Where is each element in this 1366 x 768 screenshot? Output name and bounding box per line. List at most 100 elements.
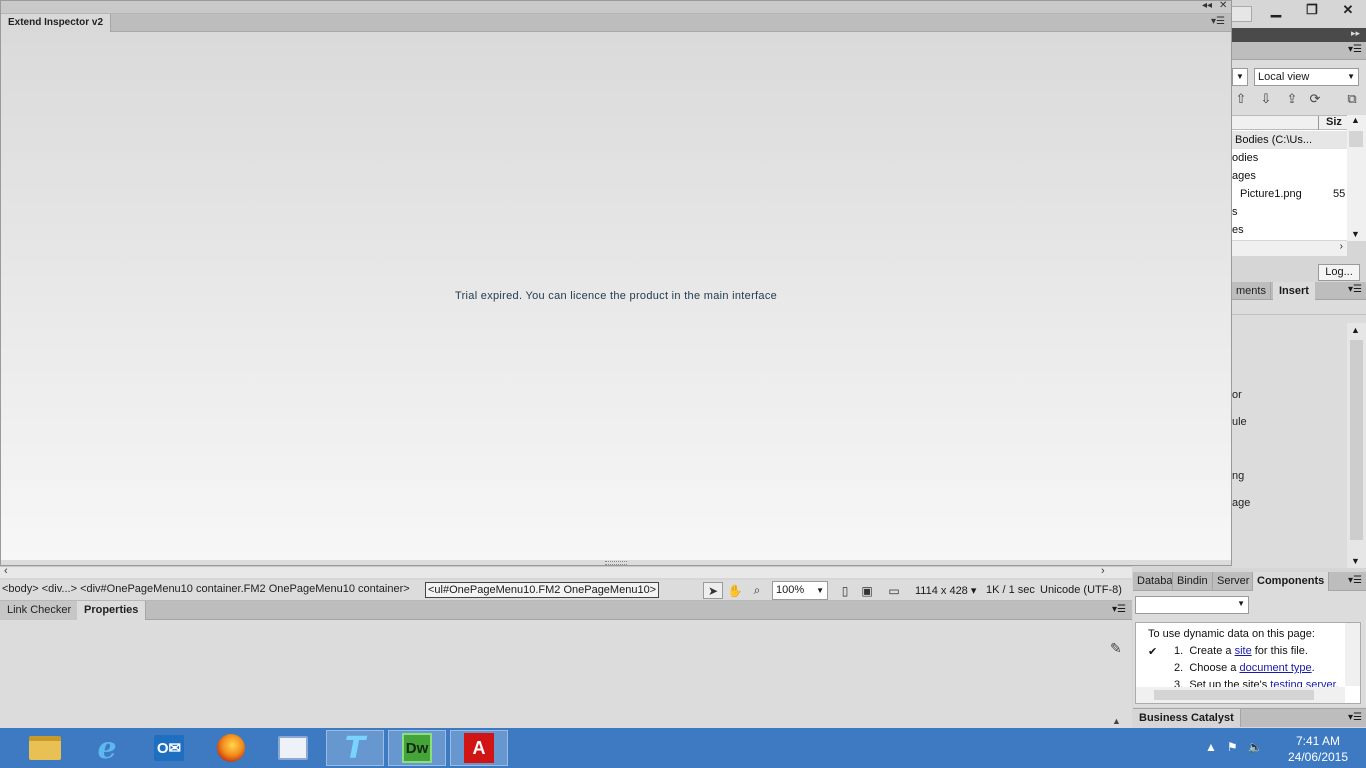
panel-menu-icon[interactable]: ▾☰ — [1348, 712, 1362, 723]
minimize-button[interactable]: ▁ — [1258, 0, 1294, 20]
taskbar-file-explorer[interactable] — [16, 730, 74, 766]
ie-icon: e — [97, 730, 117, 766]
scroll-right-icon[interactable]: › — [1340, 241, 1343, 252]
tab-link-checker[interactable]: Link Checker — [0, 601, 80, 620]
taskbar-dreamweaver[interactable]: Dw — [388, 730, 446, 766]
tab-server[interactable]: Server — [1213, 572, 1253, 591]
size-column-header[interactable]: Siz — [1318, 116, 1348, 130]
tab-databases[interactable]: Databa — [1133, 572, 1173, 591]
hand-tool-icon[interactable]: ✋ — [725, 582, 745, 599]
expand-panel-icon[interactable]: ⧉ — [1343, 90, 1361, 108]
collapse-icon[interactable]: ◂◂ — [1202, 0, 1212, 11]
insert-item[interactable]: ng — [1232, 470, 1244, 482]
panel-menu-icon[interactable]: ▾☰ — [1348, 44, 1362, 55]
insert-item[interactable]: age — [1232, 497, 1250, 509]
insert-item[interactable]: or — [1232, 389, 1242, 401]
taskbar-clock[interactable]: 7:41 AM 24/06/2015 — [1278, 733, 1358, 765]
panel-menu-icon[interactable]: ▾☰ — [1112, 604, 1126, 615]
panel-menu-icon[interactable]: ▾☰ — [1348, 575, 1362, 586]
scroll-thumb[interactable] — [1350, 340, 1363, 540]
view-select[interactable]: Local view ▼ — [1254, 68, 1359, 86]
insert-vscrollbar[interactable]: ▲ ▼ — [1347, 323, 1366, 568]
expand-icon[interactable]: ▸▸ — [1351, 28, 1360, 39]
speaker-icon[interactable]: 🔈 — [1248, 740, 1263, 754]
scroll-up-icon[interactable]: ▲ — [1351, 325, 1360, 335]
inspector-body: Trial expired. You can licence the produ… — [1, 32, 1231, 560]
list-item[interactable]: ages — [1232, 167, 1347, 185]
site-select[interactable]: ▼ — [1232, 68, 1248, 86]
mobile-size-icon[interactable]: ▯ — [835, 582, 855, 599]
list-item[interactable]: Picture1.png 55 — [1232, 185, 1347, 203]
panel-menu-icon[interactable]: ▾☰ — [1348, 284, 1362, 295]
clock-time: 7:41 AM — [1295, 734, 1341, 748]
extend-inspector-panel: ◂◂ ✕ Extend Inspector v2 ▾☰ Trial expire… — [0, 0, 1232, 566]
restore-button[interactable]: ❐ — [1294, 0, 1330, 20]
desktop-size-icon[interactable]: ▭ — [884, 582, 904, 599]
resize-grip-icon[interactable] — [605, 561, 627, 565]
insert-item[interactable]: ule — [1232, 416, 1247, 428]
help-intro: To use dynamic data on this page: — [1148, 628, 1315, 640]
components-hscrollbar[interactable] — [1136, 687, 1345, 703]
tab-bindings[interactable]: Bindin — [1173, 572, 1213, 591]
tab-components[interactable]: Components — [1253, 572, 1330, 591]
chevron-up-icon[interactable]: ▲ — [1205, 740, 1217, 754]
inspector-close-icon[interactable]: ✕ — [1219, 0, 1227, 11]
site-link[interactable]: site — [1235, 645, 1252, 657]
divider — [1232, 314, 1366, 315]
checkin-icon[interactable]: ⇪ — [1283, 90, 1301, 108]
taskbar-internet-explorer[interactable]: e — [78, 730, 136, 766]
scroll-thumb[interactable] — [1349, 131, 1363, 147]
zoom-tool-icon[interactable]: ⌕ — [747, 582, 767, 599]
outlook-icon: O✉ — [154, 735, 184, 761]
collapse-up-icon[interactable]: ▲ — [1112, 716, 1121, 726]
files-vscrollbar[interactable]: ▲ ▼ — [1347, 115, 1366, 241]
files-hscrollbar[interactable]: › — [1232, 241, 1347, 256]
taskbar-firefox[interactable] — [202, 730, 260, 766]
close-button[interactable]: ✕ — [1330, 0, 1366, 20]
taskbar-control-panel[interactable] — [264, 730, 322, 766]
taskbar-telstra[interactable]: T — [326, 730, 384, 766]
tab-business-catalyst[interactable]: Business Catalyst — [1133, 709, 1241, 727]
tag-selector-path[interactable]: <body> <div...> <div#OnePageMenu10 conta… — [2, 583, 410, 595]
properties-tab-row: Link Checker Properties ▾☰ — [0, 601, 1132, 620]
flag-icon[interactable]: ⚑ — [1227, 740, 1238, 754]
components-vscrollbar[interactable] — [1345, 623, 1360, 686]
log-button[interactable]: Log... — [1318, 264, 1360, 281]
scroll-down-icon[interactable]: ▼ — [1351, 229, 1360, 239]
scroll-thumb[interactable] — [1154, 690, 1314, 700]
help-step: 1. Create a site for this file. — [1174, 645, 1308, 657]
get-files-icon[interactable]: ⇧ — [1232, 90, 1250, 108]
select-tool-icon[interactable]: ➤ — [703, 582, 723, 599]
insert-panel-header: ments Insert ▾☰ — [1232, 282, 1366, 300]
tab-properties[interactable]: Properties — [77, 601, 147, 620]
taskbar-acrobat[interactable]: A — [450, 730, 508, 766]
list-item[interactable]: Bodies (C:\Us... — [1232, 131, 1347, 149]
sync-icon[interactable]: ⟳ — [1306, 90, 1324, 108]
window-size-select[interactable]: 1114 x 428 ▾ — [915, 584, 976, 597]
chevron-down-icon: ▼ — [816, 586, 824, 595]
tab-extend-inspector[interactable]: Extend Inspector v2 — [1, 14, 112, 32]
tag-selector-active[interactable]: <ul#OnePageMenu10.FM2 OnePageMenu10> — [425, 582, 660, 598]
dreamweaver-icon: Dw — [402, 733, 432, 763]
tab-components-partial[interactable]: ments — [1232, 282, 1271, 300]
chevron-down-icon: ▼ — [1347, 72, 1355, 81]
tab-insert[interactable]: Insert — [1273, 282, 1315, 300]
list-item[interactable]: s — [1232, 203, 1347, 221]
document-hscrollbar[interactable]: ‹ › — [0, 565, 1132, 578]
component-type-select[interactable]: ▼ — [1135, 596, 1249, 614]
scroll-down-icon[interactable]: ▼ — [1351, 556, 1360, 566]
scroll-left-icon[interactable]: ‹ — [4, 565, 8, 577]
top-search-box[interactable] — [1232, 6, 1252, 22]
list-item[interactable]: odies — [1232, 149, 1347, 167]
list-item[interactable]: es — [1232, 221, 1347, 239]
document-type-link[interactable]: document type — [1239, 662, 1311, 674]
scroll-right-icon[interactable]: › — [1101, 565, 1105, 577]
scroll-up-icon[interactable]: ▲ — [1351, 115, 1360, 125]
put-files-icon[interactable]: ⇩ — [1257, 90, 1275, 108]
zoom-value: 100% — [776, 584, 805, 596]
taskbar-outlook[interactable]: O✉ — [140, 730, 198, 766]
edit-icon[interactable]: ✎ — [1110, 640, 1122, 657]
panel-menu-icon[interactable]: ▾☰ — [1211, 16, 1225, 27]
zoom-select[interactable]: 100% ▼ — [772, 581, 828, 600]
tablet-size-icon[interactable]: ▣ — [857, 582, 877, 599]
